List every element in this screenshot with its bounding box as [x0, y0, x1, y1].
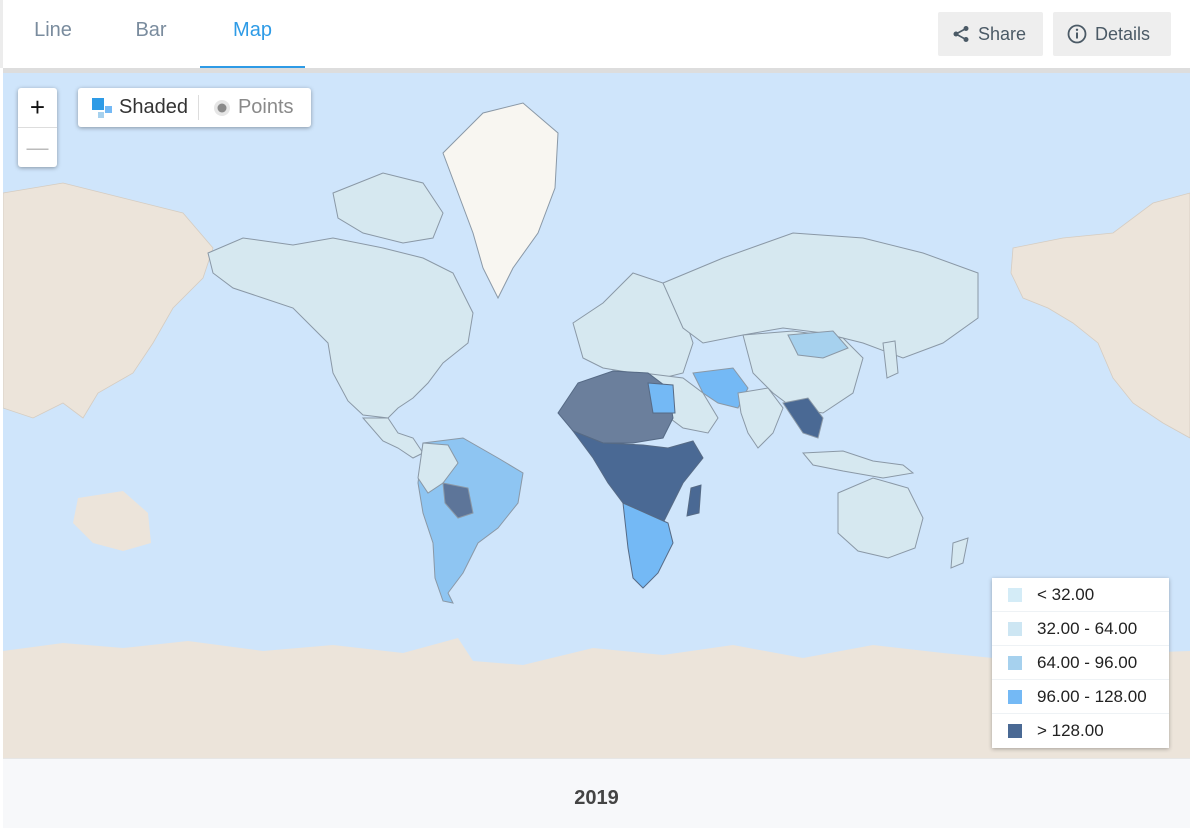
north-america: [208, 238, 473, 418]
legend-label: 96.00 - 128.00: [1037, 687, 1147, 707]
legend-item: 32.00 - 64.00: [992, 612, 1169, 646]
legend-label: 64.00 - 96.00: [1037, 653, 1137, 673]
points-label: Points: [238, 96, 294, 119]
east-asia-left: [3, 183, 213, 418]
points-option[interactable]: Points: [199, 88, 304, 127]
zoom-in-button[interactable]: +: [18, 88, 57, 127]
madagascar: [687, 485, 701, 516]
legend-swatch: [1008, 656, 1022, 670]
greenland: [443, 103, 558, 298]
legend-label: 32.00 - 64.00: [1037, 619, 1137, 639]
arctic-islands: [333, 173, 443, 243]
share-button[interactable]: Share: [938, 12, 1043, 56]
shaded-icon: [91, 97, 113, 119]
japan: [883, 341, 898, 378]
australia-left: [73, 491, 151, 551]
egypt: [648, 383, 675, 413]
details-label: Details: [1095, 24, 1150, 45]
indonesia: [803, 451, 913, 478]
details-button[interactable]: Details: [1053, 12, 1171, 56]
share-icon: [952, 25, 970, 43]
legend-swatch: [1008, 622, 1022, 636]
points-icon: [212, 98, 232, 118]
legend-item: < 32.00: [992, 578, 1169, 612]
zoom-out-button[interactable]: —: [18, 127, 57, 166]
top-bar: Line Bar Map Share Details: [0, 0, 1190, 68]
world-map[interactable]: + — Shaded Points < 32.00 32.00: [3, 68, 1190, 758]
shaded-label: Shaded: [119, 96, 188, 119]
year-label: 2019: [3, 758, 1190, 828]
legend-label: > 128.00: [1037, 721, 1104, 741]
central-america: [363, 418, 423, 458]
tab-bar[interactable]: Bar: [111, 0, 191, 68]
americas-right: [1011, 193, 1190, 438]
legend-swatch: [1008, 690, 1022, 704]
legend-item: 64.00 - 96.00: [992, 646, 1169, 680]
display-mode-toggle: Shaded Points: [78, 88, 311, 127]
new-zealand: [951, 538, 968, 568]
shaded-option[interactable]: Shaded: [78, 88, 198, 127]
legend-item: > 128.00: [992, 714, 1169, 748]
map-legend: < 32.00 32.00 - 64.00 64.00 - 96.00 96.0…: [992, 578, 1169, 748]
legend-label: < 32.00: [1037, 585, 1094, 605]
tab-line[interactable]: Line: [13, 0, 93, 68]
tab-map[interactable]: Map: [200, 0, 305, 68]
share-label: Share: [978, 24, 1026, 45]
legend-item: 96.00 - 128.00: [992, 680, 1169, 714]
info-icon: [1067, 24, 1087, 44]
zoom-control: + —: [18, 88, 57, 167]
legend-swatch: [1008, 588, 1022, 602]
australia: [838, 478, 923, 558]
india: [738, 388, 783, 448]
legend-swatch: [1008, 724, 1022, 738]
